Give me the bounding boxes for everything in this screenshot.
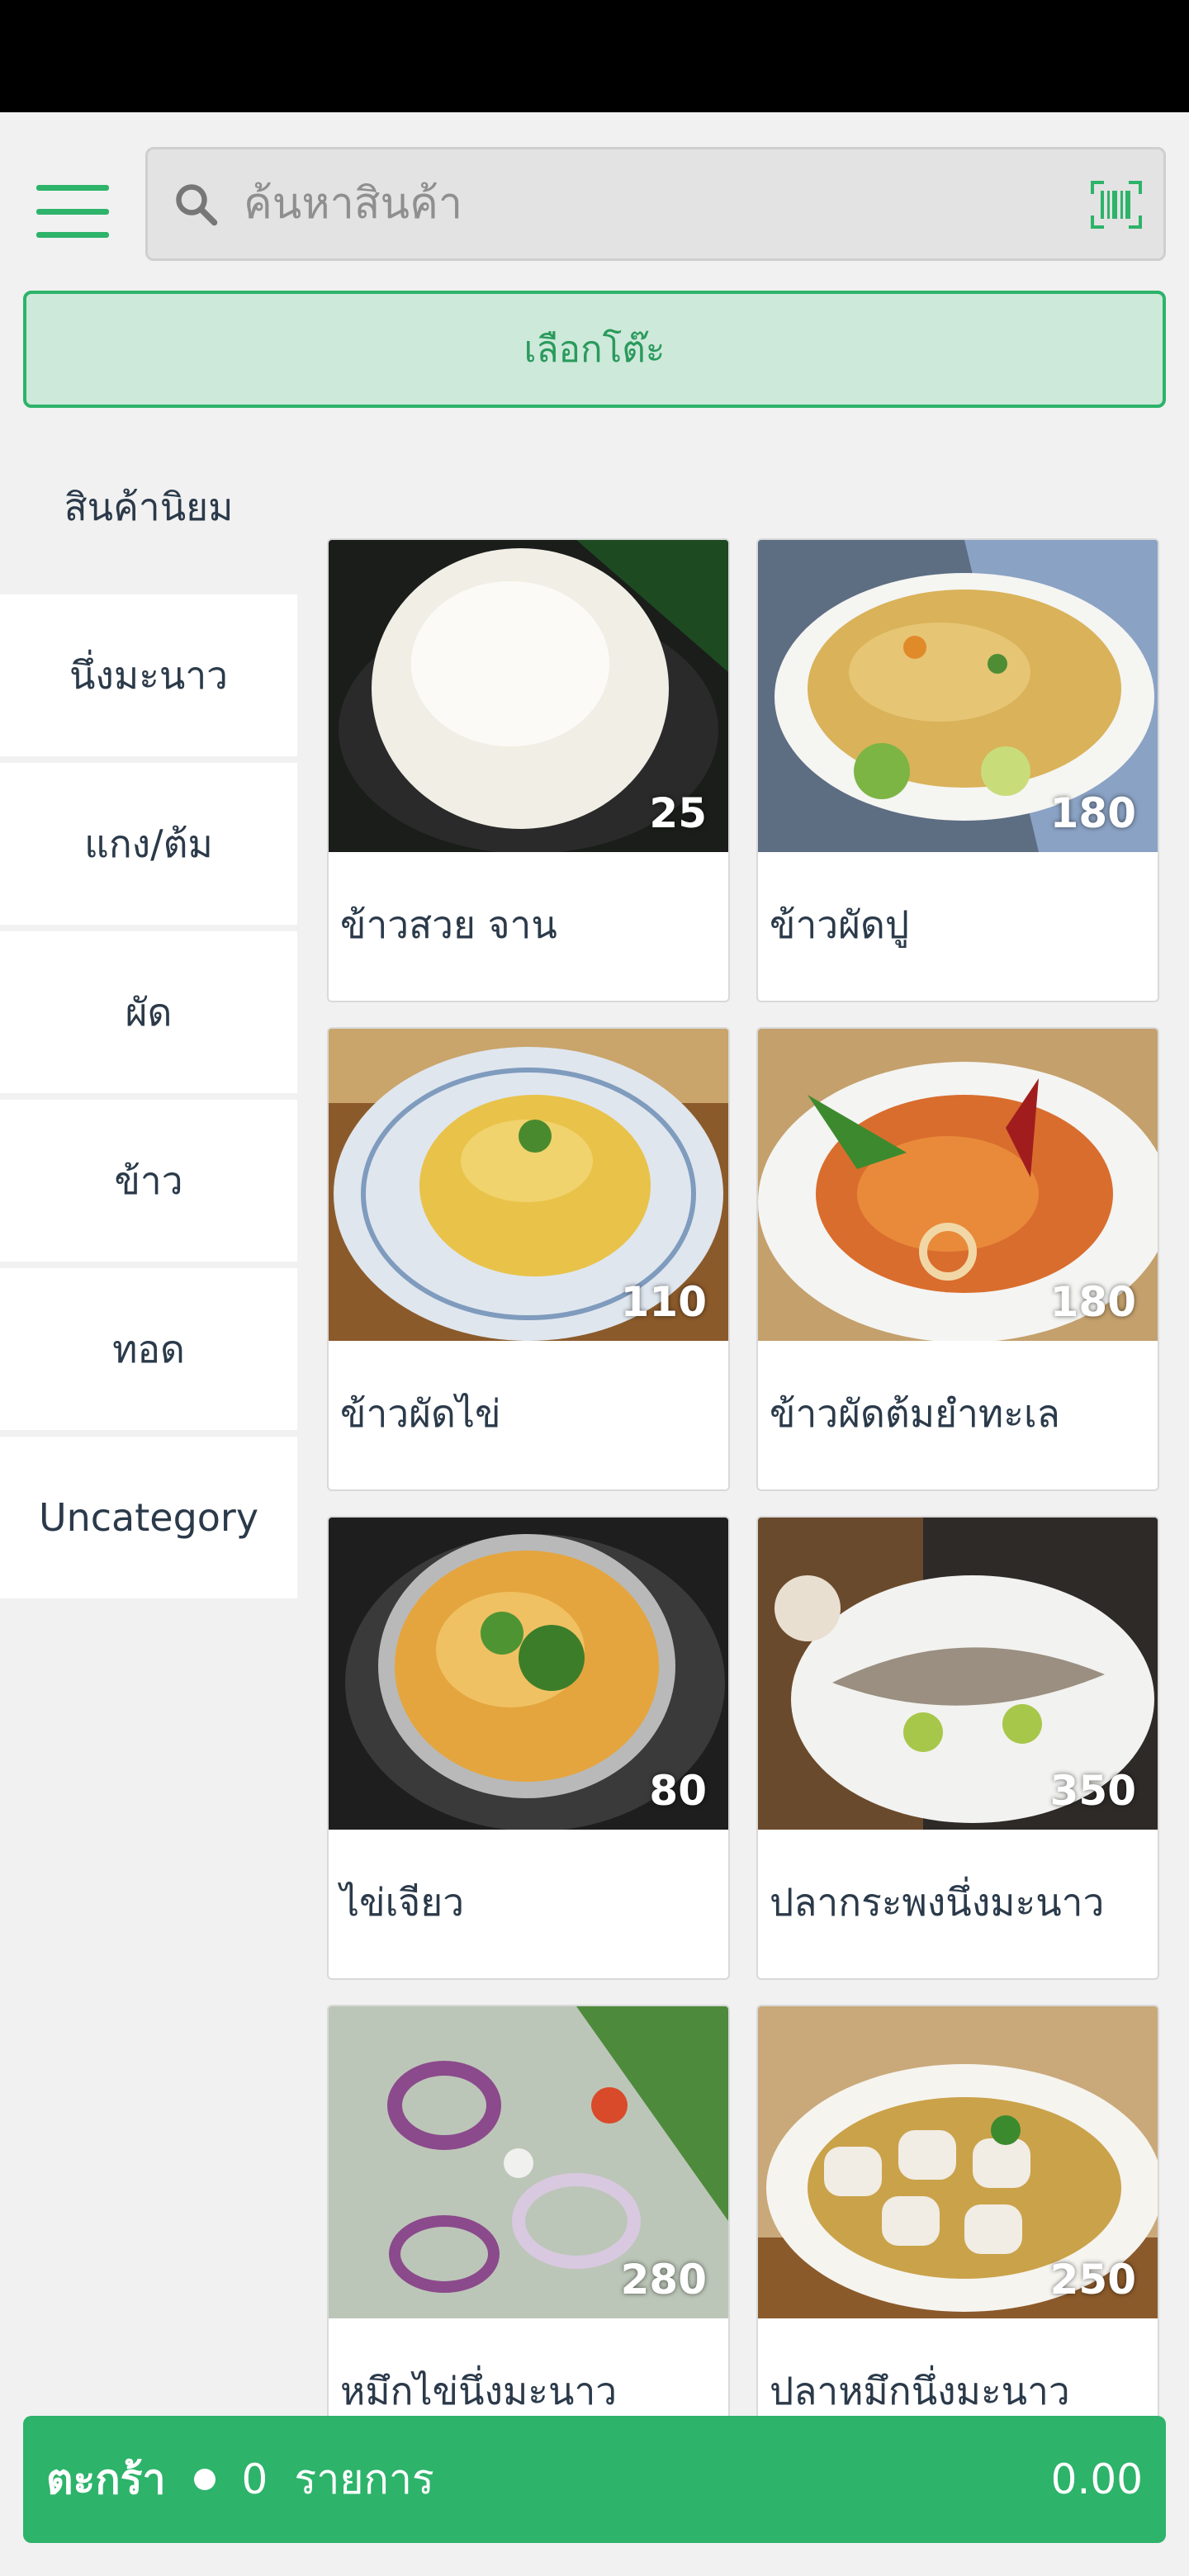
category-rice[interactable]: ข้าว [0, 1100, 297, 1262]
hamburger-icon [36, 185, 109, 191]
cart-item-unit: รายการ [294, 2455, 434, 2503]
product-card[interactable]: 180 ข้าวผัดต้มยำทะเล [756, 1027, 1159, 1491]
barcode-icon[interactable] [1091, 181, 1142, 229]
product-price: 280 [620, 2256, 707, 2304]
category-stir-fry[interactable]: ผัด [0, 931, 297, 1093]
cart-total: 0.00 [1050, 2455, 1143, 2503]
product-price: 80 [649, 1767, 707, 1815]
category-fried[interactable]: ทอด [0, 1268, 297, 1430]
category-popular[interactable]: สินค้านิยม [0, 426, 297, 588]
product-name: ข้าวผัดไข่ [340, 1391, 501, 1436]
category-uncategory[interactable]: Uncategory [0, 1437, 297, 1598]
product-price: 110 [620, 1278, 707, 1326]
pos-app: เลือกโต๊ะ สินค้านิยม นึ่งมะนาว แกง/ต้ม ผ… [0, 112, 1189, 2576]
hamburger-menu-button[interactable] [33, 178, 112, 244]
product-price: 350 [1049, 1767, 1136, 1815]
product-name: ปลาหมึกนึ่งมะนาว [770, 2369, 1070, 2413]
select-table-button[interactable]: เลือกโต๊ะ [23, 291, 1166, 408]
product-name: ปลากระพงนึ่งมะนาว [770, 1880, 1105, 1925]
category-curry-soup[interactable]: แกง/ต้ม [0, 763, 297, 925]
dot-icon [193, 2469, 216, 2490]
product-card[interactable]: 80 ไข่เจียว [327, 1516, 730, 1980]
product-name: ไข่เจียว [340, 1880, 465, 1925]
product-card[interactable]: 350 ปลากระพงนึ่งมะนาว [756, 1516, 1159, 1980]
product-card[interactable]: 250 ปลาหมึกนึ่งมะนาว [756, 2005, 1159, 2469]
product-card[interactable]: 180 ข้าวผัดปู [756, 538, 1159, 1002]
search-bar [145, 147, 1166, 261]
search-input[interactable] [244, 166, 1069, 242]
cart-bar[interactable]: ตะกร้า 0 รายการ 0.00 [23, 2416, 1166, 2543]
product-price: 180 [1049, 789, 1136, 837]
product-price: 250 [1049, 2256, 1136, 2304]
cart-label: ตะกร้า [46, 2455, 166, 2503]
product-price: 180 [1049, 1278, 1136, 1326]
status-bar [0, 0, 1189, 112]
product-name: ข้าวผัดต้มยำทะเล [770, 1391, 1060, 1436]
product-price: 25 [649, 789, 707, 837]
product-card[interactable]: 25 ข้าวสวย จาน [327, 538, 730, 1002]
category-steamed-lime[interactable]: นึ่งมะนาว [0, 594, 297, 756]
product-name: ข้าวสวย จาน [340, 902, 557, 947]
product-name: ข้าวผัดปู [770, 902, 910, 947]
product-card[interactable]: 110 ข้าวผัดไข่ [327, 1027, 730, 1491]
search-icon [176, 184, 218, 226]
product-name: หมึกไข่นึ่งมะนาว [340, 2369, 618, 2413]
category-sidebar: สินค้านิยม นึ่งมะนาว แกง/ต้ม ผัด ข้าว ทอ… [0, 426, 297, 1605]
cart-item-count: 0 [241, 2455, 268, 2503]
product-card[interactable]: 280 หมึกไข่นึ่งมะนาว [327, 2005, 730, 2469]
